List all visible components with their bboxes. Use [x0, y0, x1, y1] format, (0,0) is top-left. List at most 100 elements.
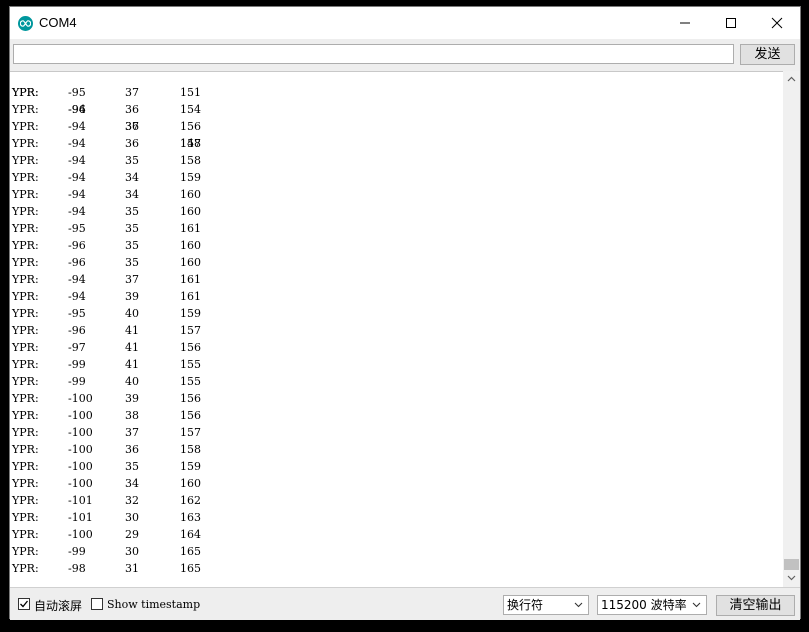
yaw-value: -100	[68, 443, 93, 456]
output-line: YPR: -100 34 160	[12, 475, 201, 492]
chevron-down-icon	[574, 602, 583, 608]
autoscroll-label[interactable]: 自动滚屏	[34, 597, 82, 614]
baud-rate-select[interactable]: 115200 波特率	[597, 595, 707, 615]
roll-value: 165	[180, 562, 201, 575]
minimize-button[interactable]	[662, 7, 708, 39]
pitch-value: 36	[125, 103, 139, 116]
line-label: YPR:	[12, 307, 39, 320]
pitch-value: 34	[125, 171, 139, 184]
send-input[interactable]	[13, 44, 734, 64]
show-timestamp-label[interactable]: Show timestamp	[107, 598, 200, 611]
pitch-value: 36	[125, 443, 139, 456]
chevron-down-icon	[787, 575, 796, 581]
roll-value: 161	[180, 222, 201, 235]
yaw-value: -94	[68, 103, 86, 116]
roll-value: 160	[180, 477, 201, 490]
scroll-up-button[interactable]	[783, 71, 800, 88]
roll-value: 156	[180, 120, 201, 133]
yaw-value: -100	[68, 409, 93, 422]
pitch-value: 35	[125, 154, 139, 167]
show-timestamp-checkbox[interactable]	[91, 598, 103, 610]
pitch-value: 30	[125, 545, 139, 558]
roll-value: 158	[180, 154, 201, 167]
yaw-value: -98	[68, 562, 86, 575]
vertical-scrollbar[interactable]	[783, 71, 800, 587]
line-label: YPR:	[12, 426, 39, 439]
autoscroll-checkbox[interactable]	[18, 598, 30, 610]
send-button[interactable]: 发送	[740, 44, 795, 65]
line-label: YPR:	[12, 511, 39, 524]
output-line: YPR: -100 35 159	[12, 458, 201, 475]
pitch-value: 39	[125, 392, 139, 405]
yaw-value: -94	[68, 120, 86, 133]
line-label: YPR:	[12, 171, 39, 184]
output-line: YPR: -99 30 165	[12, 543, 201, 560]
clear-output-button[interactable]: 清空输出	[716, 595, 795, 616]
line-label: YPR:	[12, 545, 39, 558]
line-label: YPR:	[12, 188, 39, 201]
yaw-value: -101	[68, 511, 93, 524]
scroll-thumb[interactable]	[784, 559, 799, 570]
output-line: YPR: -100 36 158	[12, 441, 201, 458]
line-label: YPR:	[12, 460, 39, 473]
pitch-value: 29	[125, 528, 139, 541]
roll-value: 159	[180, 171, 201, 184]
roll-value: 164	[180, 528, 201, 541]
serial-monitor-window: COM4 发送 YPR: -96 36 148 YPR: -95 37 151 YPR:…	[9, 6, 801, 620]
close-button[interactable]	[754, 7, 800, 39]
window-title: COM4	[39, 15, 77, 30]
line-ending-select[interactable]: 换行符	[503, 595, 589, 615]
status-bar: 自动滚屏 Show timestamp 换行符 115200 波特率 清空输出	[10, 587, 800, 620]
output-line: YPR: -95 40 159	[12, 305, 201, 322]
yaw-value: -99	[68, 375, 86, 388]
output-line: YPR: -100 29 164	[12, 526, 201, 543]
maximize-button[interactable]	[708, 7, 754, 39]
pitch-value: 39	[125, 290, 139, 303]
yaw-value: -100	[68, 477, 93, 490]
yaw-value: -100	[68, 528, 93, 541]
chevron-up-icon	[787, 76, 796, 82]
pitch-value: 35	[125, 205, 139, 218]
output-line: YPR: -99 41 155	[12, 356, 201, 373]
title-bar[interactable]: COM4	[10, 7, 800, 39]
close-icon	[771, 17, 783, 29]
maximize-icon	[726, 18, 736, 28]
roll-value: 154	[180, 103, 201, 116]
output-line: YPR: -97 41 156	[12, 339, 201, 356]
roll-value: 161	[180, 273, 201, 286]
yaw-value: -96	[68, 324, 86, 337]
yaw-value: -94	[68, 188, 86, 201]
line-label: YPR:	[12, 120, 39, 133]
output-line: YPR: -101 32 162	[12, 492, 201, 509]
output-line: YPR: -100 39 156	[12, 390, 201, 407]
yaw-value: -99	[68, 358, 86, 371]
pitch-value: 36	[125, 137, 139, 150]
roll-value: 155	[180, 358, 201, 371]
roll-value: 160	[180, 188, 201, 201]
yaw-value: -97	[68, 341, 86, 354]
line-label: YPR:	[12, 273, 39, 286]
yaw-value: -96	[68, 256, 86, 269]
roll-value: 163	[180, 511, 201, 524]
pitch-value: 30	[125, 511, 139, 524]
pitch-value: 35	[125, 256, 139, 269]
serial-output[interactable]: YPR: -96 36 148 YPR: -95 37 151 YPR: -94 36 154…	[10, 71, 783, 587]
roll-value: 160	[180, 256, 201, 269]
send-toolbar: 发送	[10, 39, 800, 71]
output-line: YPR: -96 41 157	[12, 322, 201, 339]
line-label: YPR:	[12, 562, 39, 575]
pitch-value: 34	[125, 477, 139, 490]
output-line: YPR: -94 36 157	[12, 135, 201, 152]
output-line: YPR: -94 37 156	[12, 118, 201, 135]
line-label: YPR:	[12, 528, 39, 541]
pitch-value: 35	[125, 239, 139, 252]
pitch-value: 37	[125, 426, 139, 439]
line-label: YPR:	[12, 392, 39, 405]
scroll-down-button[interactable]	[783, 570, 800, 587]
roll-value: 159	[180, 460, 201, 473]
minimize-icon	[680, 22, 690, 24]
output-line-partial: YPR: -96 36 148	[12, 72, 201, 150]
line-label: YPR:	[12, 324, 39, 337]
roll-value: 159	[180, 307, 201, 320]
pitch-value: 34	[125, 188, 139, 201]
